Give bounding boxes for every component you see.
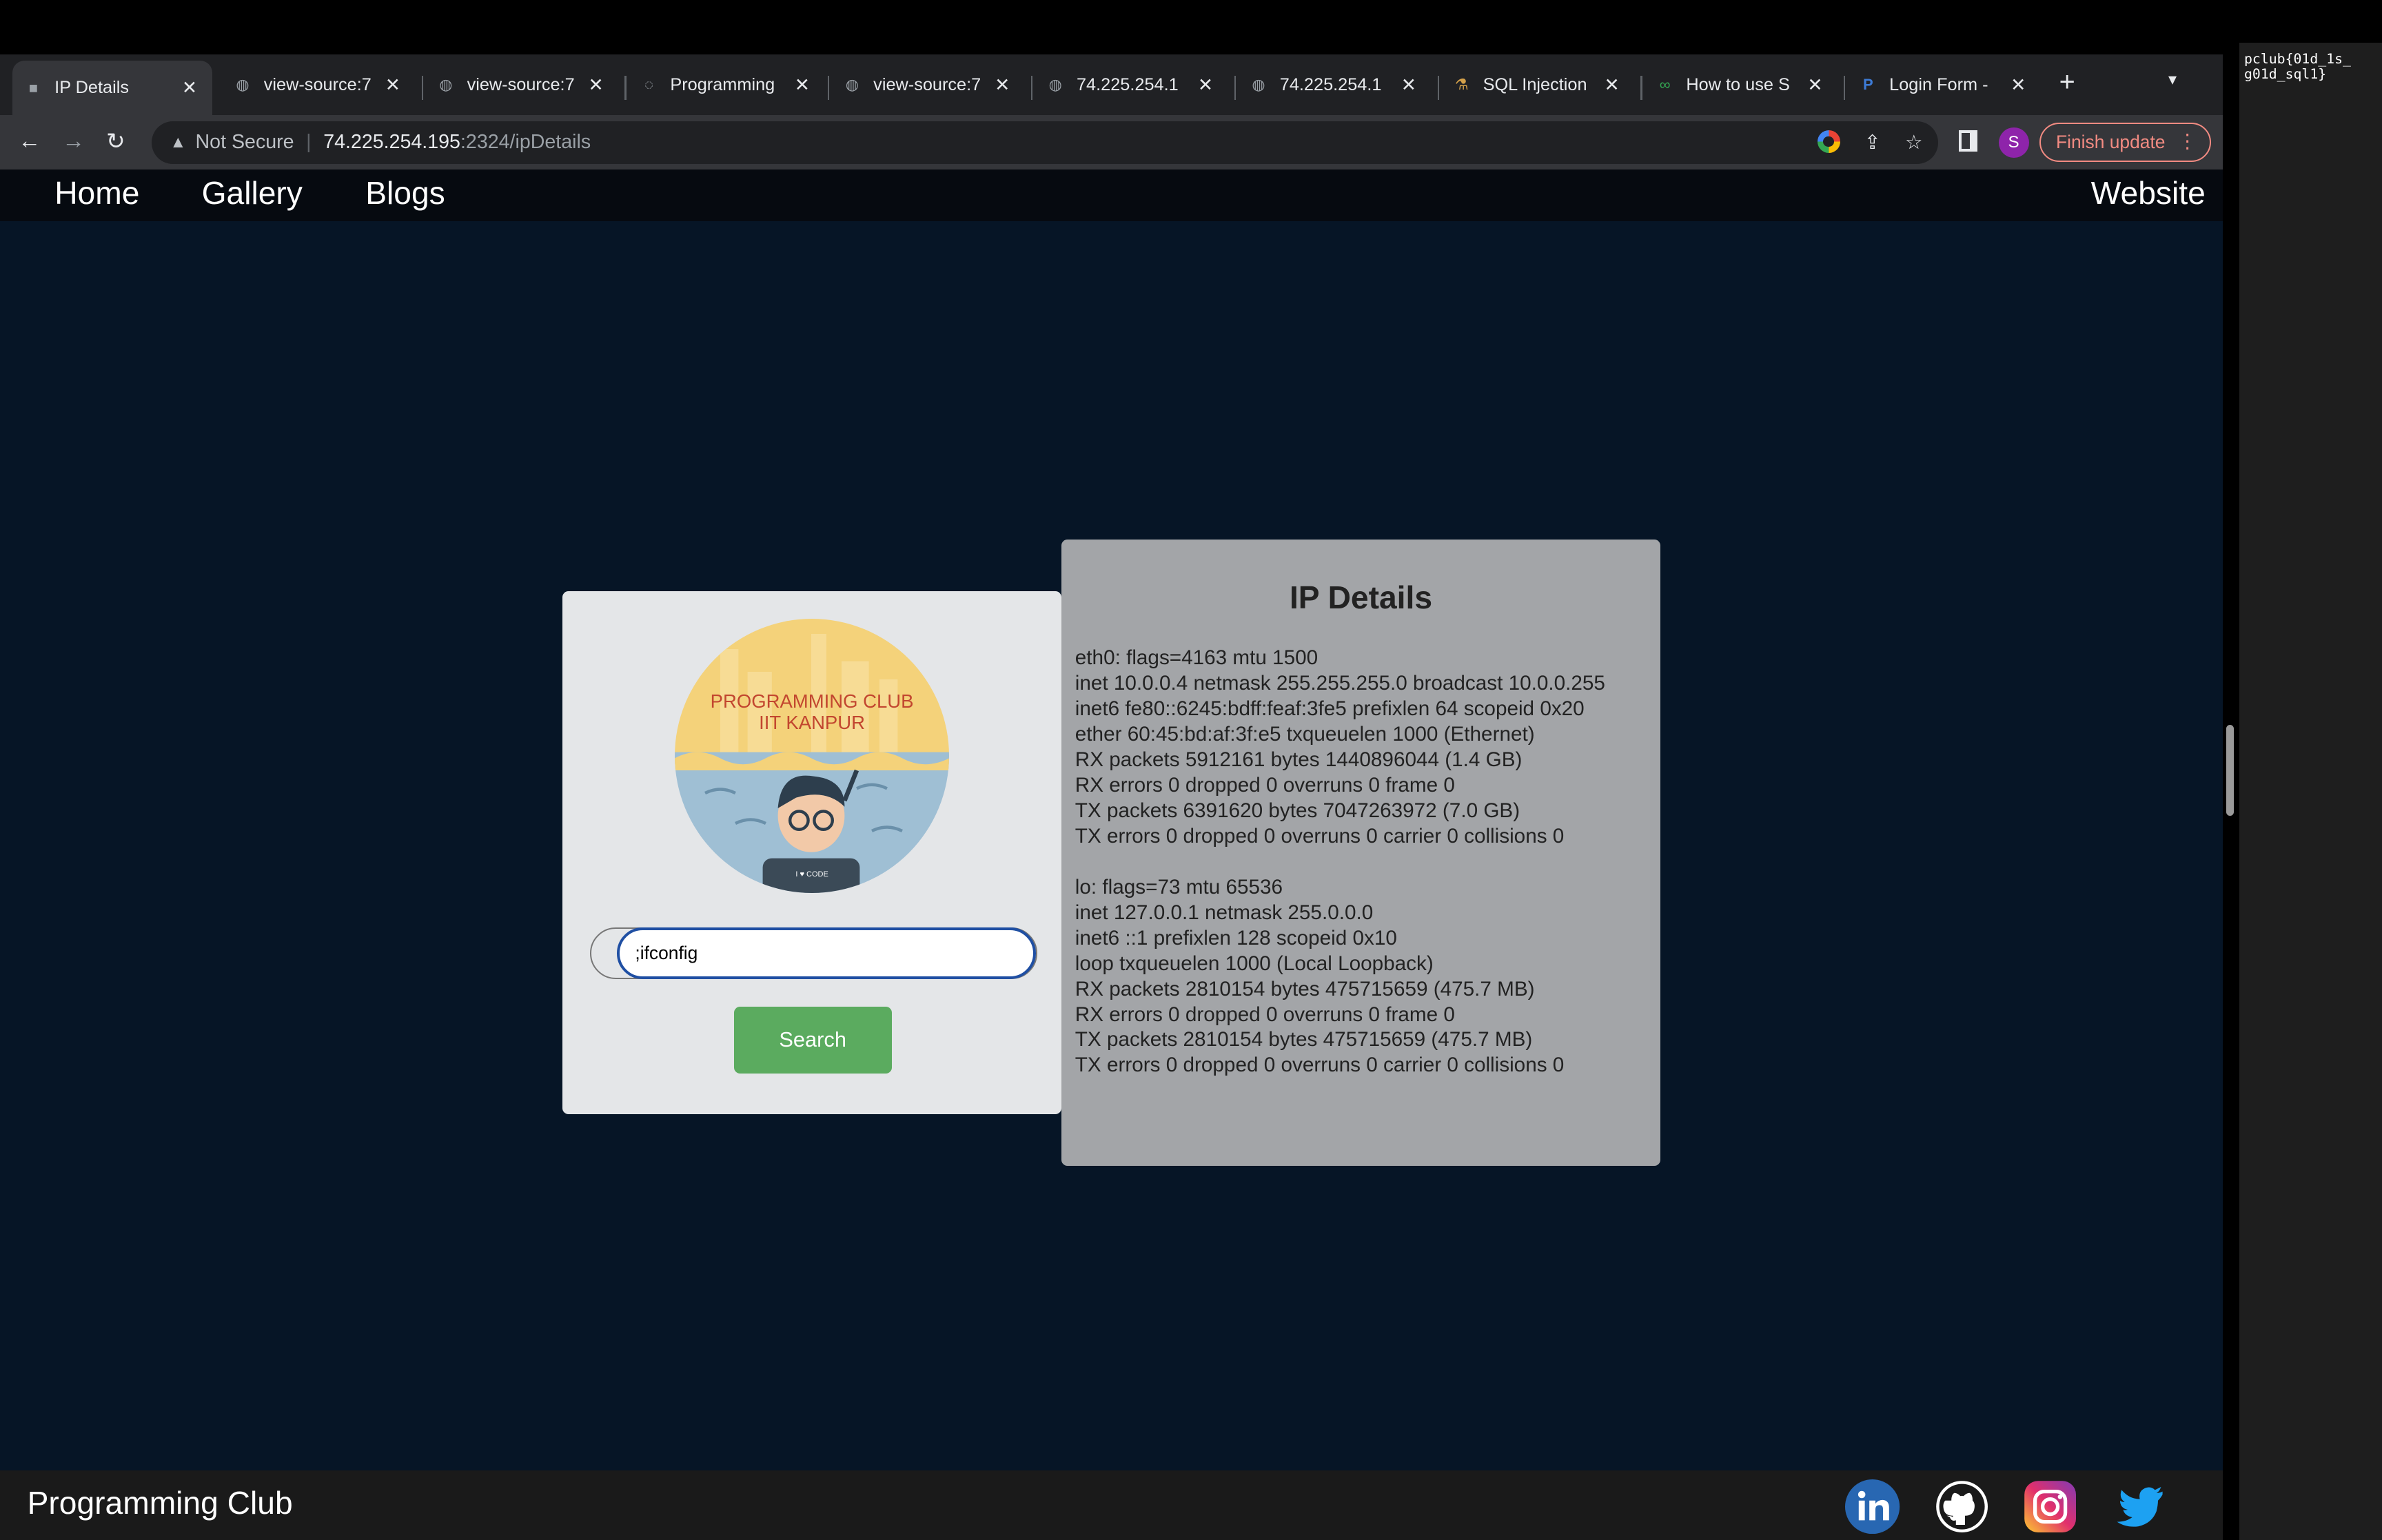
- search-card: PROGRAMMING CLUB IIT KANPUR I ♥ CODE Sea…: [562, 591, 1061, 1114]
- google-lens-icon[interactable]: [1817, 130, 1840, 154]
- tab-divider: [1640, 75, 1642, 101]
- tab-login-form[interactable]: P Login Form - ✕: [1847, 63, 2042, 106]
- page-icon: ■: [28, 79, 39, 96]
- tab-title: view-source:7: [873, 74, 981, 94]
- finish-update-button[interactable]: Finish update ⋮: [2039, 123, 2211, 163]
- side-note-panel: pclub{01d_1s_ g01d_sql1}: [2239, 42, 2382, 1540]
- tab-strip: ■ IP Details ✕ ◍ view-source:7 ✕ ◍ view-…: [0, 54, 2223, 116]
- tab-ip-address[interactable]: ◍ 74.225.254.1 ✕: [1034, 63, 1228, 106]
- url-path: :2324/ipDetails: [460, 131, 591, 154]
- kebab-menu-icon[interactable]: ⋮: [2177, 129, 2197, 153]
- tab-ip-address[interactable]: ◍ 74.225.254.1 ✕: [1237, 63, 1432, 106]
- side-note-text: pclub{01d_1s_ g01d_sql1}: [2243, 50, 2351, 82]
- ip-details-title: IP Details: [1289, 579, 1433, 616]
- profile-avatar[interactable]: S: [1998, 127, 2029, 158]
- tab-title: How to use S: [1686, 74, 1790, 94]
- tab-divider: [1437, 75, 1439, 101]
- close-icon[interactable]: ✕: [382, 74, 403, 96]
- tab-divider: [421, 75, 423, 101]
- twitter-icon[interactable]: [2110, 1478, 2168, 1536]
- ifconfig-output: eth0: flags=4163 mtu 1500 inet 10.0.0.4 …: [1075, 646, 1605, 1077]
- globe-icon: ◍: [845, 76, 859, 94]
- site-footer: Programming Club: [0, 1470, 2223, 1540]
- nav-home-link[interactable]: Home: [54, 174, 139, 212]
- tab-how-to-use[interactable]: ∞ How to use S ✕: [1644, 63, 1838, 106]
- search-button[interactable]: Search: [733, 1006, 892, 1074]
- nav-blogs-link[interactable]: Blogs: [365, 174, 445, 212]
- reload-icon[interactable]: ↻: [106, 127, 125, 154]
- bookmark-star-icon[interactable]: ☆: [1905, 130, 1923, 154]
- close-icon[interactable]: ✕: [1601, 74, 1622, 96]
- new-tab-plus-icon[interactable]: +: [2059, 67, 2075, 98]
- tab-title: 74.225.254.1: [1279, 74, 1382, 94]
- address-bar[interactable]: ▲ Not Secure | 74.225.254.195:2324/ipDet…: [152, 121, 1938, 164]
- logo-line-1: PROGRAMMING CLUB: [710, 690, 914, 712]
- page-scrollbar[interactable]: [2226, 724, 2234, 816]
- tab-divider: [624, 75, 627, 101]
- tab-view-source[interactable]: ◍ view-source:7 ✕: [425, 63, 619, 106]
- nav-website-link[interactable]: Website: [2091, 174, 2206, 212]
- close-icon[interactable]: ✕: [791, 74, 813, 96]
- url-host: 74.225.254.195: [323, 131, 460, 154]
- close-icon[interactable]: ✕: [1804, 74, 1826, 96]
- tab-title: view-source:7: [263, 74, 371, 94]
- globe-icon: ◍: [236, 76, 250, 94]
- ip-details-panel: IP Details eth0: flags=4163 mtu 1500 ine…: [1061, 540, 1660, 1166]
- tab-divider: [1031, 75, 1033, 101]
- side-panel-icon[interactable]: [1959, 130, 1977, 152]
- site-navbar: Home Gallery Blogs Website: [0, 170, 2223, 222]
- not-secure-label[interactable]: Not Secure: [196, 131, 294, 154]
- web-page: Home Gallery Blogs Website PROGRAMMING C…: [0, 170, 2223, 1540]
- address-divider: |: [306, 131, 312, 154]
- forward-arrow-icon[interactable]: →: [62, 127, 85, 154]
- globe-icon: ◍: [1048, 76, 1062, 94]
- tab-sql-injection[interactable]: ⚗ SQL Injection ✕: [1441, 63, 1635, 106]
- logo-shirt-text: I ♥ CODE: [795, 870, 828, 879]
- close-icon[interactable]: ✕: [1195, 74, 1217, 96]
- tab-search-chevron-icon[interactable]: ▾: [2168, 70, 2177, 90]
- globe-icon: ◍: [439, 76, 453, 94]
- tab-divider: [1844, 75, 1846, 101]
- close-icon[interactable]: ✕: [992, 74, 1013, 96]
- tab-title: 74.225.254.1: [1076, 74, 1179, 94]
- tab-ip-details[interactable]: ■ IP Details ✕: [12, 60, 212, 116]
- logo-line-2: IIT KANPUR: [759, 711, 865, 733]
- back-arrow-icon[interactable]: ←: [18, 127, 41, 154]
- tab-divider: [1234, 75, 1236, 101]
- programming-club-logo: PROGRAMMING CLUB IIT KANPUR I ♥ CODE: [674, 618, 950, 893]
- tab-title: SQL Injection: [1483, 74, 1587, 94]
- warning-triangle-icon[interactable]: ▲: [170, 133, 186, 152]
- finish-update-label: Finish update: [2056, 132, 2166, 153]
- tab-divider: [828, 75, 830, 101]
- browser-window: ■ IP Details ✕ ◍ view-source:7 ✕ ◍ view-…: [0, 54, 2223, 1540]
- tab-title: Programming: [670, 74, 775, 94]
- share-icon[interactable]: ⇪: [1864, 130, 1881, 154]
- close-icon[interactable]: ✕: [179, 77, 201, 99]
- close-icon[interactable]: ✕: [1398, 74, 1419, 96]
- close-icon[interactable]: ✕: [585, 74, 607, 96]
- glasses-icon: ∞: [1659, 76, 1671, 94]
- tab-title: Login Form -: [1889, 74, 1988, 94]
- footer-brand: Programming Club: [27, 1484, 293, 1521]
- globe-icon: ◍: [1252, 76, 1265, 94]
- tab-title: view-source:7: [467, 74, 575, 94]
- tab-title: IP Details: [54, 78, 129, 98]
- nav-gallery-link[interactable]: Gallery: [202, 174, 303, 212]
- p-icon: P: [1863, 76, 1873, 94]
- logo-graphic: [674, 618, 950, 893]
- flask-icon: ⚗: [1454, 76, 1469, 94]
- tab-view-source[interactable]: ◍ view-source:7 ✕: [831, 63, 1026, 106]
- tab-programming[interactable]: ◌ Programming ✕: [628, 63, 825, 106]
- github-icon[interactable]: [1933, 1478, 1991, 1536]
- search-input[interactable]: [617, 927, 1036, 980]
- page-icon: ◌: [644, 76, 654, 94]
- address-bar-icons: ⇪ ☆: [1817, 130, 1923, 154]
- linkedin-icon[interactable]: [1844, 1478, 1902, 1536]
- logo-text: PROGRAMMING CLUB IIT KANPUR: [675, 690, 949, 734]
- tab-view-source[interactable]: ◍ view-source:7 ✕: [221, 63, 416, 106]
- browser-toolbar: ← → ↻ ▲ Not Secure | 74.225.254.195:2324…: [0, 115, 2223, 170]
- instagram-icon[interactable]: [2022, 1478, 2079, 1536]
- close-icon[interactable]: ✕: [2008, 74, 2029, 96]
- top-black-bar: [0, 0, 2382, 55]
